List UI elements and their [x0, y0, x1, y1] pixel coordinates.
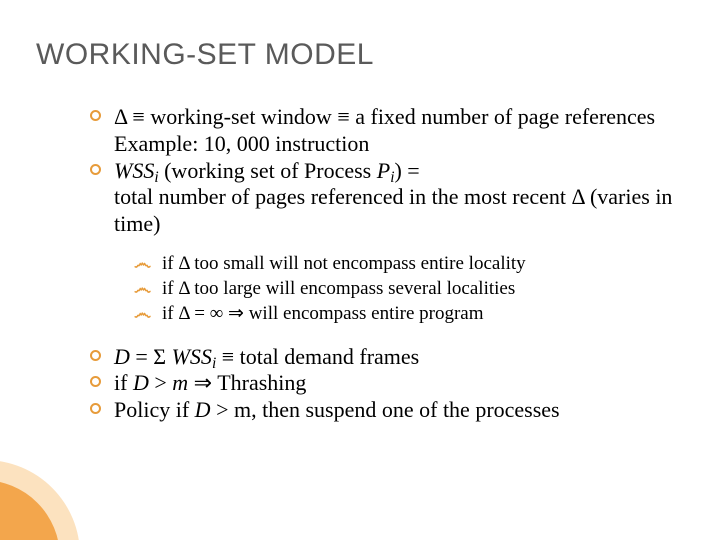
bullet-item-1: Δ ≡ working-set window ≡ a fixed number … — [90, 104, 680, 158]
var: m — [172, 370, 188, 395]
text-line: Example: 10, 000 instruction — [114, 131, 369, 156]
sub-item-3: ෴ if Δ = ∞ ⇒ will encompass entire progr… — [134, 302, 680, 325]
var: D — [114, 344, 130, 369]
bullet-item-4: if D > m ⇒ Thrashing — [90, 370, 680, 397]
sub-text: if Δ = ∞ ⇒ will encompass entire program — [162, 302, 484, 325]
text-frag: ≡ total demand frames — [216, 344, 419, 369]
donut-bullet-icon — [90, 397, 114, 414]
var: D — [195, 397, 211, 422]
text-frag: ) = — [394, 158, 419, 183]
bullet-text: if D > m ⇒ Thrashing — [114, 370, 680, 397]
bullet-item-2: WSSi (working set of Process Pi) = total… — [90, 158, 680, 238]
text-frag: if — [114, 370, 133, 395]
var: D — [133, 370, 149, 395]
sub-item-2: ෴ if Δ too large will encompass several … — [134, 277, 680, 300]
text-frag: Policy if — [114, 397, 195, 422]
content-area: Δ ≡ working-set window ≡ a fixed number … — [90, 104, 680, 424]
lower-block: D = Σ WSSi ≡ total demand frames if D > … — [90, 344, 680, 424]
bullet-item-3: D = Σ WSSi ≡ total demand frames — [90, 344, 680, 371]
var: WSS — [172, 344, 212, 369]
page-title: WORKING-SET MODEL — [36, 38, 374, 72]
var: P — [377, 158, 390, 183]
donut-bullet-icon — [90, 344, 114, 361]
text-frag: ⇒ Thrashing — [188, 370, 306, 395]
sub-text: if Δ too small will not encompass entire… — [162, 252, 526, 275]
sub-item-1: ෴ if Δ too small will not encompass enti… — [134, 252, 680, 275]
subscript: i — [390, 169, 394, 186]
bullet-text: WSSi (working set of Process Pi) = total… — [114, 158, 680, 238]
donut-bullet-icon — [90, 370, 114, 387]
subscript: i — [154, 169, 158, 186]
var: WSS — [114, 158, 154, 183]
bullet-text: Δ ≡ working-set window ≡ a fixed number … — [114, 104, 680, 158]
sub-list: ෴ if Δ too small will not encompass enti… — [134, 252, 680, 326]
subscript: i — [212, 355, 216, 372]
slide: WORKING-SET MODEL Δ ≡ working-set window… — [0, 0, 720, 540]
bullet-text: Policy if D > m, then suspend one of the… — [114, 397, 680, 424]
swirl-bullet-icon: ෴ — [134, 252, 162, 275]
bullet-item-5: Policy if D > m, then suspend one of the… — [90, 397, 680, 424]
sub-text: if Δ too large will encompass several lo… — [162, 277, 515, 300]
swirl-bullet-icon: ෴ — [134, 302, 162, 325]
donut-bullet-icon — [90, 104, 114, 121]
text-frag: (working set of Process — [159, 158, 377, 183]
text-frag: = Σ — [130, 344, 172, 369]
text-line: Δ ≡ working-set window ≡ a fixed number … — [114, 104, 655, 129]
swirl-bullet-icon: ෴ — [134, 277, 162, 300]
bullet-text: D = Σ WSSi ≡ total demand frames — [114, 344, 680, 371]
text-frag: > m, then suspend one of the processes — [211, 397, 560, 422]
donut-bullet-icon — [90, 158, 114, 175]
text-frag: > — [149, 370, 172, 395]
text-line: total number of pages referenced in the … — [114, 184, 672, 236]
